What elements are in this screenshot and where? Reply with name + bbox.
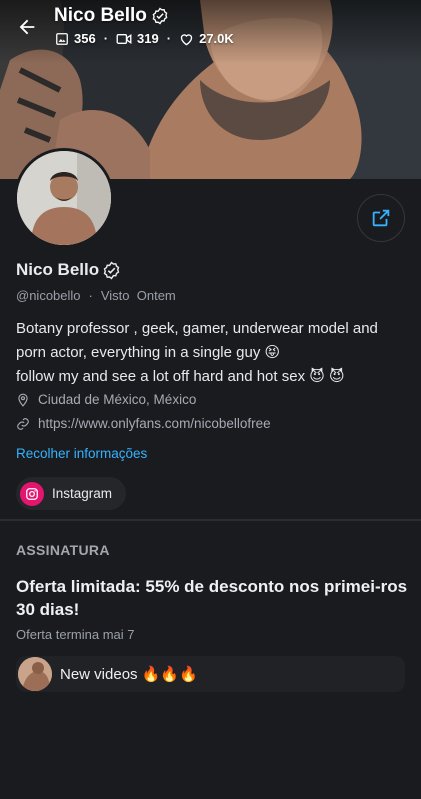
stat-likes-value: 27.0K [199,31,234,46]
location-row: Ciudad de México, México [16,392,196,407]
website-link[interactable]: https://www.onlyfans.com/nicobellofree [38,416,271,431]
avatar-photo [17,151,111,245]
bio-line: Botany professor , geek, gamer, underwea… [16,320,378,361]
location-text: Ciudad de México, México [38,392,197,407]
stat-separator: · [166,31,172,46]
avatar[interactable] [14,148,114,248]
stat-videos-value: 319 [137,31,159,46]
profile-meta: @nicobello · Visto Ontem [16,288,176,303]
header-title: Nico Bello [54,5,169,27]
share-button[interactable] [357,194,405,242]
link-icon [17,417,29,430]
post-thumbnail [18,657,52,691]
header-name: Nico Bello [54,5,147,26]
arrow-left-icon [19,19,35,35]
meta-separator: · [88,288,93,303]
image-icon [56,32,68,45]
last-seen: Visto Ontem [100,288,176,303]
video-icon [116,33,132,44]
promo-post-preview[interactable]: New videos 🔥🔥🔥 [16,656,405,692]
verified-badge-icon [152,7,168,25]
location-pin-icon [18,393,28,407]
offer-expiry: Oferta termina mai 7 [16,627,135,642]
share-icon [372,209,390,227]
profile-display-name: Nico Bello [16,260,100,279]
profile-handle: @nicobello [16,288,81,303]
bio-line: follow my and see a lot off hard and hot… [16,368,345,385]
back-button[interactable] [12,12,42,42]
instagram-chip[interactable]: Instagram [16,477,127,510]
header-stats: 356 · 319 · 27.0K [55,31,234,46]
stat-likes: 27.0K [179,31,234,46]
offer-title: Oferta limitada: 55% de desconto nos pri… [16,577,408,619]
instagram-icon [26,487,38,500]
stat-separator: · [103,31,109,46]
stat-photos-value: 356 [74,31,96,46]
collapse-info-link[interactable]: Recolher informações [16,446,147,461]
post-thumbnail-image [18,657,52,691]
profile-bio: Botany professor , geek, gamer, underwea… [16,317,408,389]
profile-name: Nico Bello [16,260,121,280]
verified-badge-icon [103,261,120,279]
post-preview-text: New videos 🔥🔥🔥 [60,666,198,683]
stat-photos[interactable]: 356 [55,31,96,46]
instagram-badge [20,481,44,506]
website-row[interactable]: https://www.onlyfans.com/nicobellofree [16,416,271,431]
section-divider [0,519,421,521]
subscription-section-label: ASSINATURA [16,542,110,558]
heart-icon [180,33,193,45]
instagram-label: Instagram [52,486,113,501]
stat-videos[interactable]: 319 [116,31,159,46]
